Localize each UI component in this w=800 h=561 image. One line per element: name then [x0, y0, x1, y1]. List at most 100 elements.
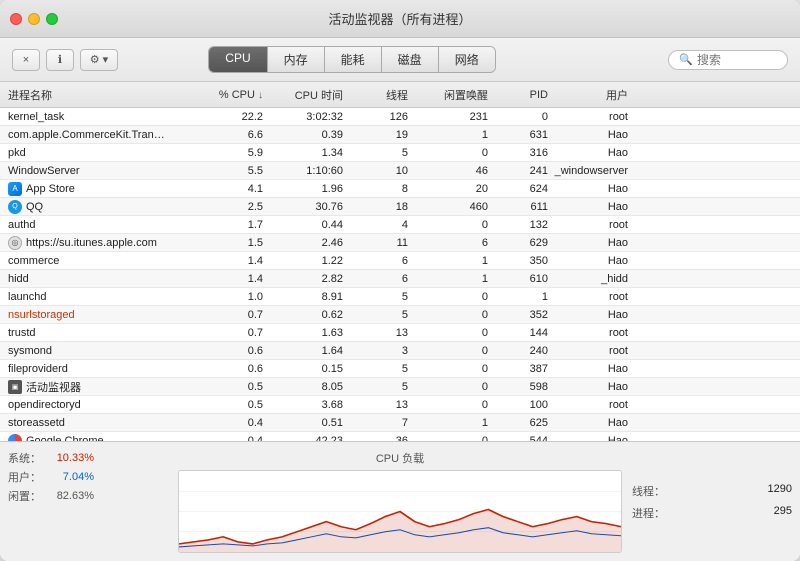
table-row[interactable]: commerce 1.4 1.22 6 1 350 Hao [0, 252, 800, 270]
bottom-panel: 系统： 10.33% 用户： 7.04% 闲置： 82.63% CPU 负载 [0, 441, 800, 561]
cell-threads: 5 [343, 309, 408, 321]
cell-wakeups: 0 [408, 219, 488, 231]
cell-threads: 3 [343, 345, 408, 357]
cell-pid: 629 [488, 237, 548, 249]
cell-threads: 6 [343, 255, 408, 267]
gear-button[interactable]: ⚙ ▾ [80, 49, 118, 71]
cell-pid: 624 [488, 183, 548, 195]
qq-icon: Q [8, 200, 22, 214]
search-input[interactable] [697, 53, 777, 67]
table-row[interactable]: storeassetd 0.4 0.51 7 1 625 Hao [0, 414, 800, 432]
table-row[interactable]: nsurlstoraged 0.7 0.62 5 0 352 Hao [0, 306, 800, 324]
cell-cputime: 3:02:32 [263, 111, 343, 123]
cell-pid: 631 [488, 129, 548, 141]
cell-cputime: 1.22 [263, 255, 343, 267]
tab-energy[interactable]: 能耗 [325, 47, 382, 72]
stat-label-idle: 闲置： [8, 488, 43, 504]
tab-network[interactable]: 网络 [439, 47, 495, 72]
info-button[interactable]: ℹ [46, 49, 74, 71]
tab-disk[interactable]: 磁盘 [382, 47, 439, 72]
cell-name: QQQ [8, 200, 188, 214]
table-body: kernel_task 22.2 3:02:32 126 231 0 root … [0, 108, 800, 441]
close-button[interactable] [10, 13, 22, 25]
table-row[interactable]: com.apple.CommerceKit.Tran… 6.6 0.39 19 … [0, 126, 800, 144]
table-row[interactable]: ◎https://su.itunes.apple.com 1.5 2.46 11… [0, 234, 800, 252]
table-row[interactable]: authd 1.7 0.44 4 0 132 root [0, 216, 800, 234]
table-row[interactable]: ▣活动监视器 0.5 8.05 5 0 598 Hao [0, 378, 800, 396]
cell-pid: 610 [488, 273, 548, 285]
cell-threads: 13 [343, 399, 408, 411]
cell-cputime: 1.63 [263, 327, 343, 339]
table-row[interactable]: pkd 5.9 1.34 5 0 316 Hao [0, 144, 800, 162]
threads-value: 1290 [768, 483, 792, 499]
cell-wakeups: 0 [408, 399, 488, 411]
cell-pid: 611 [488, 201, 548, 213]
cell-cpu: 1.5 [188, 237, 263, 249]
threads-label: 线程： [632, 483, 665, 499]
cell-pid: 625 [488, 417, 548, 429]
table-row[interactable]: AApp Store 4.1 1.96 8 20 624 Hao [0, 180, 800, 198]
cell-pid: 316 [488, 147, 548, 159]
cell-threads: 18 [343, 201, 408, 213]
cell-pid: 350 [488, 255, 548, 267]
cell-name: launchd [8, 291, 188, 303]
header-pid[interactable]: PID [488, 89, 548, 101]
table-row[interactable]: hidd 1.4 2.82 6 1 610 _hidd [0, 270, 800, 288]
header-wakeups[interactable]: 闲置唤醒 [408, 87, 488, 103]
cell-wakeups: 0 [408, 327, 488, 339]
chart-area [178, 470, 622, 553]
header-name[interactable]: 进程名称 [8, 87, 188, 103]
cell-cputime: 2.46 [263, 237, 343, 249]
chrome-icon [8, 434, 22, 442]
cell-wakeups: 1 [408, 273, 488, 285]
stop-button[interactable]: × [12, 49, 40, 71]
table-row[interactable]: trustd 0.7 1.63 13 0 144 root [0, 324, 800, 342]
cell-threads: 5 [343, 381, 408, 393]
tab-group: CPU 内存 能耗 磁盘 网络 [208, 46, 495, 73]
window-title: 活动监视器（所有进程） [328, 9, 471, 28]
maximize-button[interactable] [46, 13, 58, 25]
cell-cpu: 0.6 [188, 345, 263, 357]
cell-user: Hao [548, 147, 628, 159]
cell-threads: 11 [343, 237, 408, 249]
cell-cpu: 2.5 [188, 201, 263, 213]
cell-threads: 126 [343, 111, 408, 123]
cell-cpu: 0.5 [188, 381, 263, 393]
tab-cpu[interactable]: CPU [209, 47, 267, 72]
cell-cpu: 4.1 [188, 183, 263, 195]
table-row[interactable]: opendirectoryd 0.5 3.68 13 0 100 root [0, 396, 800, 414]
minimize-button[interactable] [28, 13, 40, 25]
table-row[interactable]: Google Chrome 0.4 42.23 36 0 544 Hao [0, 432, 800, 441]
cell-pid: 240 [488, 345, 548, 357]
cell-cpu: 22.2 [188, 111, 263, 123]
cell-name: trustd [8, 327, 188, 339]
cell-pid: 144 [488, 327, 548, 339]
cell-threads: 10 [343, 165, 408, 177]
header-user[interactable]: 用户 [548, 87, 628, 103]
header-cpu[interactable]: % CPU ↓ [188, 89, 263, 101]
cell-name: commerce [8, 255, 188, 267]
cell-wakeups: 231 [408, 111, 488, 123]
cell-wakeups: 46 [408, 165, 488, 177]
cell-threads: 6 [343, 273, 408, 285]
header-threads[interactable]: 线程 [343, 87, 408, 103]
table-row[interactable]: sysmond 0.6 1.64 3 0 240 root [0, 342, 800, 360]
table-row[interactable]: QQQ 2.5 30.76 18 460 611 Hao [0, 198, 800, 216]
cell-name: fileproviderd [8, 363, 188, 375]
cell-wakeups: 0 [408, 309, 488, 321]
stat-row-idle: 闲置： 82.63% [8, 488, 168, 504]
table-row[interactable]: fileproviderd 0.6 0.15 5 0 387 Hao [0, 360, 800, 378]
tab-memory[interactable]: 内存 [268, 47, 325, 72]
stats-panel: 系统： 10.33% 用户： 7.04% 闲置： 82.63% [8, 450, 168, 553]
header-cputime[interactable]: CPU 时间 [263, 87, 343, 103]
processes-label: 进程： [632, 505, 665, 521]
table-row[interactable]: launchd 1.0 8.91 5 0 1 root [0, 288, 800, 306]
toolbar-left: × ℹ ⚙ ▾ [12, 49, 118, 71]
cell-cputime: 8.05 [263, 381, 343, 393]
cell-name: WindowServer [8, 165, 188, 177]
cell-user: Hao [548, 237, 628, 249]
cell-name: com.apple.CommerceKit.Tran… [8, 129, 188, 141]
cell-wakeups: 6 [408, 237, 488, 249]
table-row[interactable]: kernel_task 22.2 3:02:32 126 231 0 root [0, 108, 800, 126]
table-row[interactable]: WindowServer 5.5 1:10:60 10 46 241 _wind… [0, 162, 800, 180]
